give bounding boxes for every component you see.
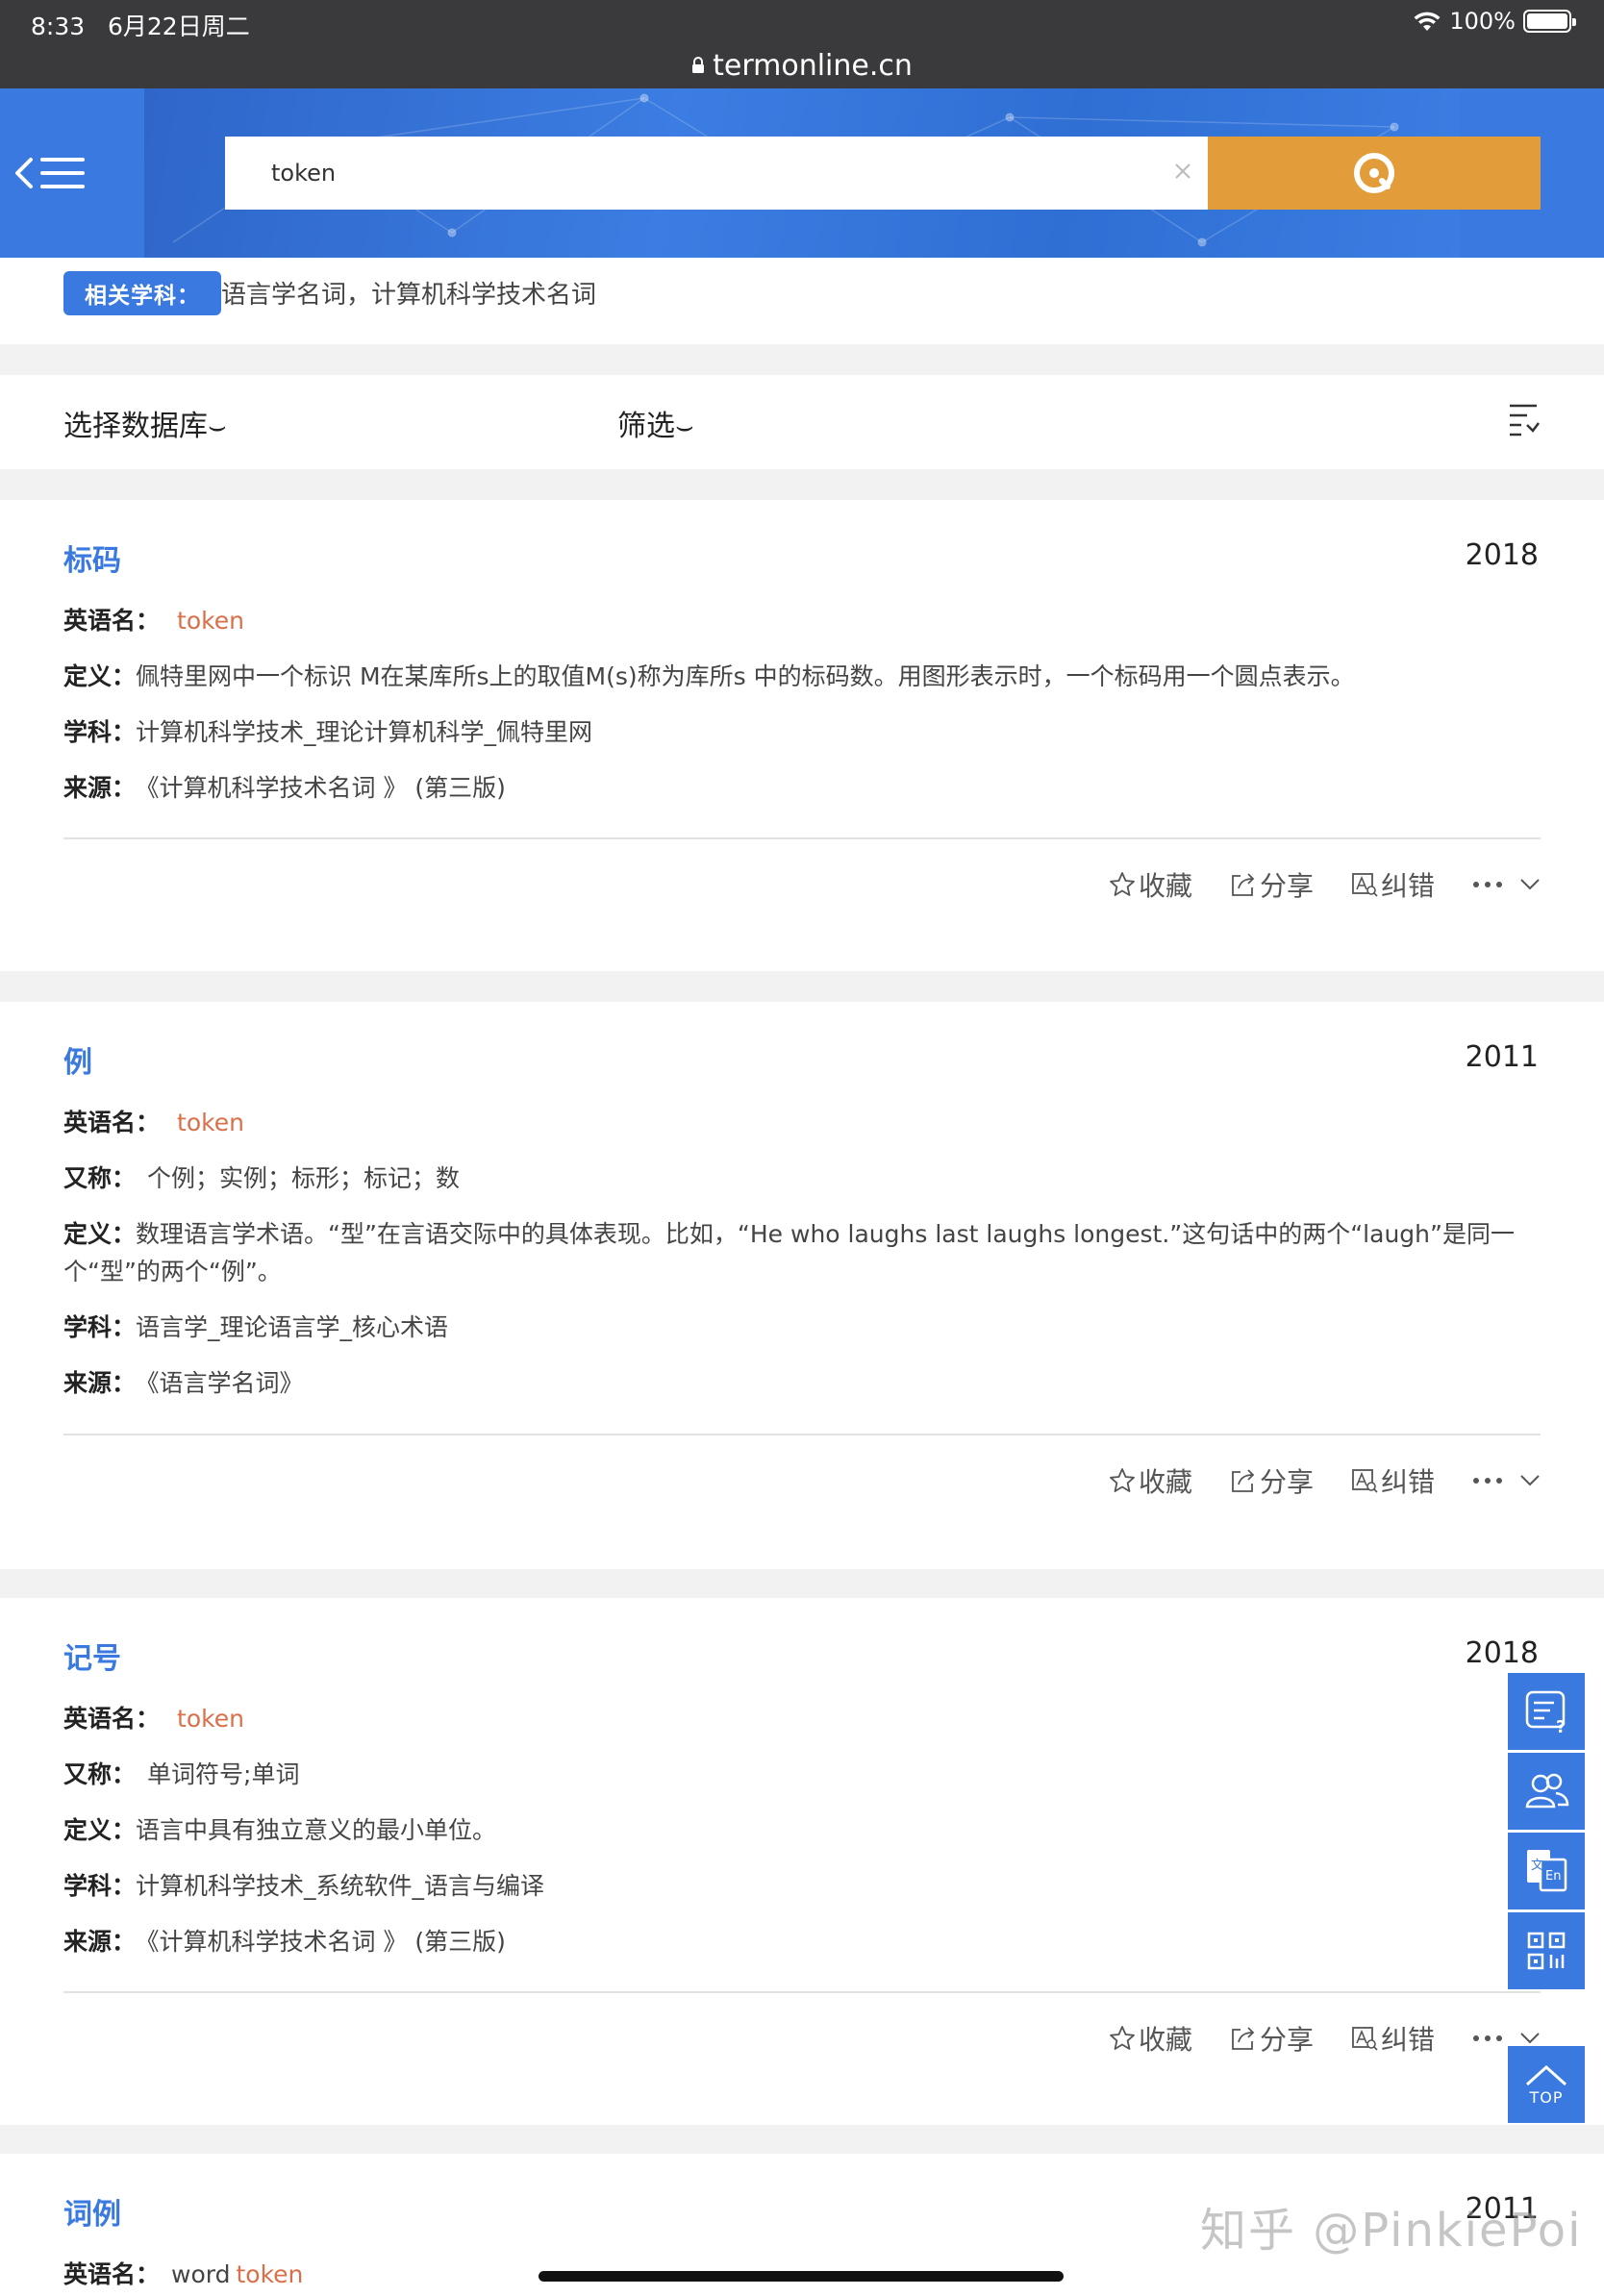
source-row: 来源： 《计算机科学技术名词 》 (第三版) bbox=[63, 1928, 506, 1956]
lock-icon bbox=[692, 57, 705, 73]
translate-button[interactable]: 文 En bbox=[1508, 1833, 1585, 1909]
share-button[interactable]: 分享 bbox=[1229, 1461, 1314, 1500]
card-divider bbox=[63, 1991, 1541, 1993]
star-icon bbox=[1110, 872, 1135, 896]
term-card: 记号 2018 英语名： token 又称： 单词符号;单词 定义：语言中具有独立意… bbox=[0, 1598, 1604, 2125]
qrcode-button[interactable] bbox=[1508, 1912, 1585, 1989]
term-card: 例 2011 英语名： token 又称： 个例；实例；标形；标记；数 定义：数理语… bbox=[0, 1002, 1604, 1569]
card-divider bbox=[63, 837, 1541, 839]
english-name-row: 英语名： token bbox=[63, 1705, 244, 1733]
collect-button[interactable]: 收藏 bbox=[1108, 2019, 1192, 2058]
definition-row: 定义：数理语言学术语。“型”在言语交际中的具体表现。比如，“He who lau… bbox=[63, 1220, 1515, 1285]
related-subjects-tag: 相关学科： bbox=[63, 271, 221, 315]
alias-row: 又称： 个例；实例；标形；标记；数 bbox=[63, 1164, 461, 1192]
report-button[interactable]: 纠错 bbox=[1350, 865, 1435, 904]
top-icon bbox=[1525, 2064, 1567, 2085]
report-icon bbox=[1352, 2027, 1378, 2051]
term-year: 2018 bbox=[1465, 538, 1539, 572]
sort-icon[interactable] bbox=[1508, 400, 1541, 438]
address-bar[interactable]: termonline.cn bbox=[0, 42, 1604, 88]
report-icon bbox=[1352, 873, 1378, 897]
term-year: 2011 bbox=[1465, 1040, 1539, 1074]
filter-bar: 选择数据库⌣ 筛选⌣ bbox=[0, 375, 1604, 469]
search-button[interactable] bbox=[1208, 137, 1541, 210]
status-bar: 8:33 6月22日周二 100% bbox=[0, 0, 1604, 42]
url-text: termonline.cn bbox=[713, 48, 913, 83]
share-button[interactable]: 分享 bbox=[1229, 2019, 1314, 2058]
share-button[interactable]: 分享 bbox=[1229, 865, 1314, 904]
definition-row: 定义：佩特里网中一个标识 M在某库所s上的取值M(s)称为库所s 中的标码数。用… bbox=[63, 662, 1355, 690]
status-time: 8:33 6月22日周二 bbox=[31, 12, 250, 40]
more-button[interactable] bbox=[1471, 2032, 1541, 2045]
database-select[interactable]: 选择数据库⌣ bbox=[63, 402, 227, 444]
alias-row: 又称： 单词符号;单词 bbox=[63, 1760, 300, 1788]
svg-text:?: ? bbox=[1556, 1717, 1566, 1737]
related-subjects: 相关学科： 语言学名词，计算机科学技术名词 bbox=[0, 258, 1604, 344]
watermark: 知乎 @PinkiePoi bbox=[1200, 2204, 1583, 2258]
chevron-down-icon bbox=[1520, 879, 1540, 890]
collect-button[interactable]: 收藏 bbox=[1108, 865, 1192, 904]
search-box bbox=[225, 137, 1208, 210]
report-button[interactable]: 纠错 bbox=[1350, 2019, 1435, 2058]
more-icon bbox=[1473, 1478, 1502, 1484]
card-actions: 收藏 分享 纠错 bbox=[1108, 1461, 1541, 1500]
term-title[interactable]: 词例 bbox=[63, 2190, 121, 2233]
subject-row: 学科：计算机科学技术_系统软件_语言与编译 bbox=[63, 1872, 545, 1900]
battery-icon bbox=[1523, 10, 1576, 33]
feedback-icon: ? bbox=[1525, 1690, 1566, 1737]
term-year: 2018 bbox=[1465, 1636, 1539, 1670]
top-label: TOP bbox=[1529, 2087, 1564, 2107]
menu-icon[interactable] bbox=[13, 144, 90, 202]
subject-row: 学科：语言学_理论语言学_核心术语 bbox=[63, 1313, 449, 1341]
share-icon bbox=[1232, 873, 1255, 896]
term-card: 标码 2018 英语名： token 定义：佩特里网中一个标识 M在某库所s上的取… bbox=[0, 500, 1604, 971]
subject-row: 学科：计算机科学技术_理论计算机科学_佩特里网 bbox=[63, 718, 593, 746]
report-button[interactable]: 纠错 bbox=[1350, 1461, 1435, 1500]
users-icon bbox=[1525, 1773, 1569, 1809]
card-actions: 收藏 分享 纠错 bbox=[1108, 2019, 1541, 2058]
definition-row: 定义：语言中具有独立意义的最小单位。 bbox=[63, 1816, 497, 1844]
star-icon bbox=[1110, 1468, 1135, 1492]
term-title[interactable]: 标码 bbox=[63, 537, 121, 579]
more-button[interactable] bbox=[1471, 878, 1541, 891]
translate-icon: 文En bbox=[1527, 1850, 1567, 1892]
search-header bbox=[0, 88, 1604, 258]
share-icon bbox=[1232, 2027, 1255, 2050]
english-name-row: 英语名： token bbox=[63, 1109, 244, 1136]
share-icon bbox=[1232, 1469, 1255, 1492]
card-divider bbox=[63, 1434, 1541, 1435]
source-row: 来源： 《语言学名词》 bbox=[63, 1369, 304, 1397]
status-indicators: 100% bbox=[1413, 8, 1576, 35]
feedback-button[interactable]: ? bbox=[1508, 1673, 1585, 1750]
filter-select[interactable]: 筛选⌣ bbox=[617, 402, 694, 444]
term-title[interactable]: 记号 bbox=[63, 1635, 121, 1677]
star-icon bbox=[1110, 2026, 1135, 2050]
qrcode-icon bbox=[1527, 1932, 1566, 1970]
search-input[interactable] bbox=[225, 137, 1148, 210]
home-indicator bbox=[539, 2271, 1064, 2282]
collect-button[interactable]: 收藏 bbox=[1108, 1461, 1192, 1500]
battery-percent: 100% bbox=[1449, 8, 1516, 35]
side-toolbar: ? 文 En bbox=[1508, 1673, 1585, 1992]
report-icon bbox=[1352, 1469, 1378, 1493]
related-subjects-text[interactable]: 语言学名词，计算机科学技术名词 bbox=[221, 275, 596, 311]
svg-text:En: En bbox=[1545, 1869, 1561, 1884]
card-actions: 收藏 分享 纠错 bbox=[1108, 865, 1541, 904]
community-button[interactable] bbox=[1508, 1753, 1585, 1830]
english-name-row: 英语名： token bbox=[63, 607, 244, 635]
chevron-down-icon bbox=[1520, 2033, 1540, 2044]
search-icon bbox=[1354, 153, 1394, 193]
more-icon bbox=[1473, 2035, 1502, 2041]
svg-text:文: 文 bbox=[1531, 1859, 1543, 1873]
clear-icon[interactable] bbox=[1173, 162, 1192, 181]
more-button[interactable] bbox=[1471, 1474, 1541, 1487]
source-row: 来源： 《计算机科学技术名词 》 (第三版) bbox=[63, 774, 506, 802]
wifi-icon bbox=[1414, 12, 1441, 31]
more-icon bbox=[1473, 882, 1502, 887]
back-to-top-button[interactable]: TOP bbox=[1508, 2046, 1585, 2123]
chevron-down-icon bbox=[1520, 1475, 1540, 1486]
term-title[interactable]: 例 bbox=[63, 1038, 92, 1081]
